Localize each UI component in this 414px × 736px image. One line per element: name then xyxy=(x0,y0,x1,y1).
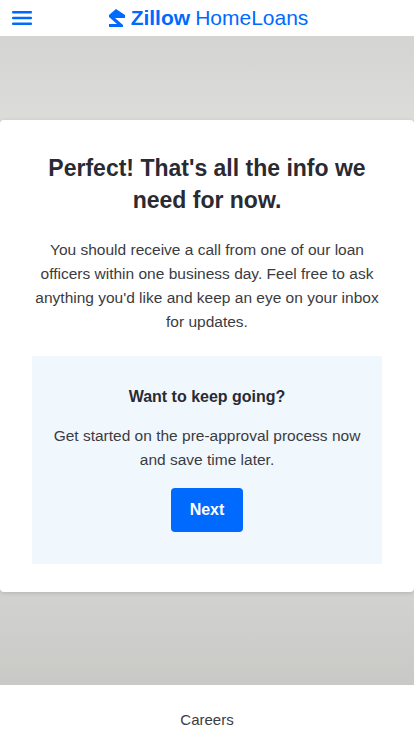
logo-brand: Zillow xyxy=(131,5,191,31)
card-message: You should receive a call from one of ou… xyxy=(32,238,382,334)
hero-photo: Perfect! That's all the info we need for… xyxy=(0,36,414,685)
top-bar: ZillowHomeLoans xyxy=(0,0,414,36)
keep-going-text: Get started on the pre-approval process … xyxy=(48,424,366,472)
logo[interactable]: ZillowHomeLoans xyxy=(106,5,309,31)
keep-going-title: Want to keep going? xyxy=(129,386,286,408)
card-title: Perfect! That's all the info we need for… xyxy=(32,152,382,216)
zillow-house-icon xyxy=(106,8,126,28)
logo-product: HomeLoans xyxy=(195,5,308,31)
footer: Careers xyxy=(0,685,414,736)
hamburger-icon xyxy=(12,10,32,26)
page: ZillowHomeLoans Perfect! That's all the i… xyxy=(0,0,414,736)
next-button[interactable]: Next xyxy=(171,488,243,532)
menu-button[interactable] xyxy=(10,6,34,30)
footer-link[interactable]: Careers xyxy=(180,711,233,736)
confirmation-card: Perfect! That's all the info we need for… xyxy=(0,120,414,592)
keep-going-panel: Want to keep going? Get started on the pr… xyxy=(32,356,382,564)
